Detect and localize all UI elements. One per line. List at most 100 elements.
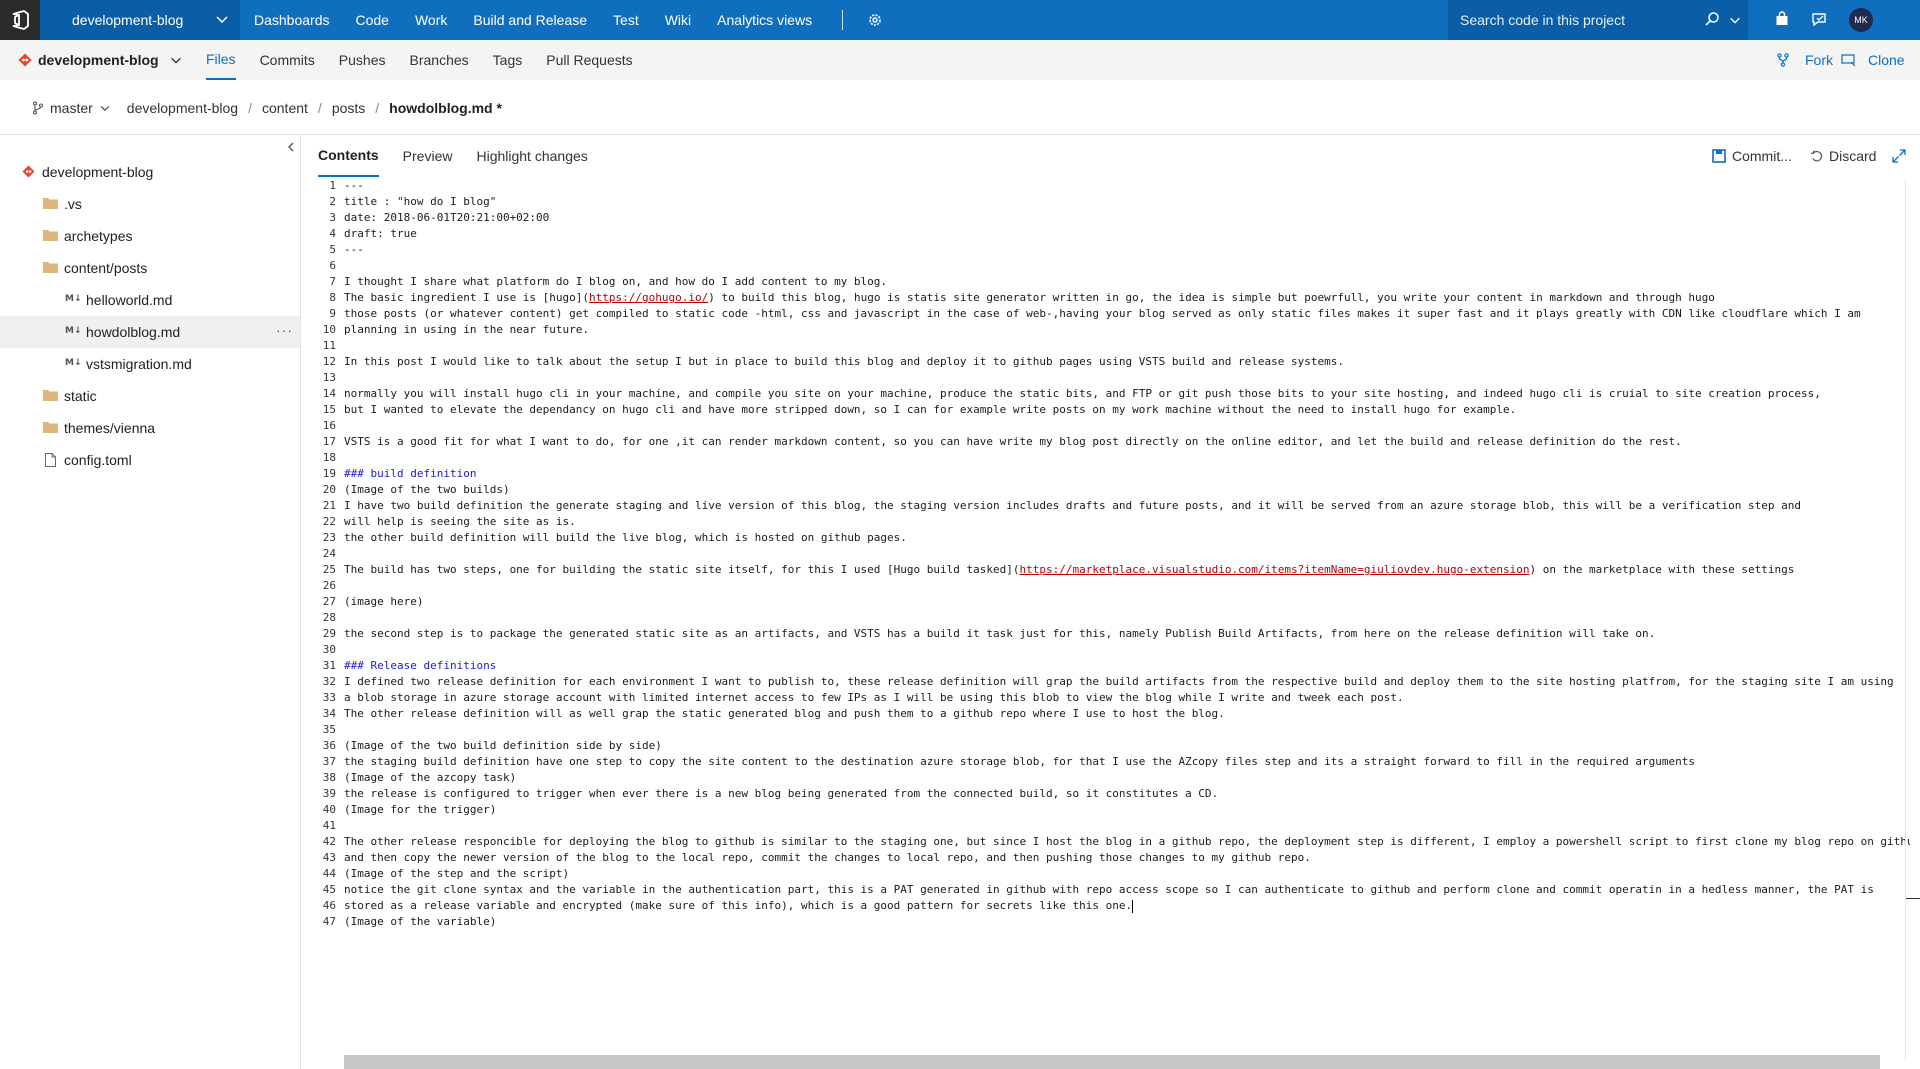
search-icon[interactable] bbox=[1704, 11, 1720, 27]
code-line[interactable]: 30 bbox=[310, 642, 1910, 658]
commit-button[interactable]: Commit... bbox=[1712, 148, 1792, 164]
repo-selector[interactable]: development-blog bbox=[18, 52, 183, 68]
code-line[interactable]: 39 the release is configured to trigger w… bbox=[310, 786, 1910, 802]
code-line[interactable]: 5 --- bbox=[310, 242, 1910, 258]
collapse-pane-icon[interactable] bbox=[286, 141, 296, 153]
code-line[interactable]: 36 (Image of the two build definition sid… bbox=[310, 738, 1910, 754]
nav-wiki[interactable]: Wiki bbox=[665, 12, 691, 28]
code-line[interactable]: 18 bbox=[310, 450, 1910, 466]
avatar[interactable]: MK bbox=[1849, 8, 1873, 32]
code-line[interactable]: 9 those posts (or whatever content) get c… bbox=[310, 306, 1910, 322]
code-line[interactable]: 37 the staging build definition have one … bbox=[310, 754, 1910, 770]
code-line[interactable]: 41 bbox=[310, 818, 1910, 834]
tree-folder[interactable]: static bbox=[0, 380, 300, 412]
horizontal-scrollbar[interactable] bbox=[344, 1055, 1880, 1069]
code-line[interactable]: 26 bbox=[310, 578, 1910, 594]
tab-files[interactable]: Files bbox=[206, 40, 236, 80]
url-link[interactable]: https://marketplace.visualstudio.com/ite… bbox=[1020, 563, 1530, 576]
code-line[interactable]: 12 In this post I would like to talk abou… bbox=[310, 354, 1910, 370]
breadcrumb-content[interactable]: content bbox=[262, 100, 308, 116]
clone-button[interactable]: Clone bbox=[1868, 52, 1905, 68]
tab-contents[interactable]: Contents bbox=[318, 135, 379, 177]
code-line[interactable]: 40 (Image for the trigger) bbox=[310, 802, 1910, 818]
code-line[interactable]: 42 The other release responcible for depl… bbox=[310, 834, 1910, 850]
code-line[interactable]: 19 ### build definition bbox=[310, 466, 1910, 482]
nav-dashboards[interactable]: Dashboards bbox=[254, 12, 330, 28]
code-line[interactable]: 46 stored as a release variable and encry… bbox=[310, 898, 1910, 914]
nav-analytics-views[interactable]: Analytics views bbox=[717, 12, 812, 28]
tree-file[interactable]: M↓ vstsmigration.md bbox=[0, 348, 300, 380]
code-line[interactable]: 44 (Image of the step and the script) bbox=[310, 866, 1910, 882]
tree-folder[interactable]: content/posts bbox=[0, 252, 300, 284]
tree-folder[interactable]: themes/vienna bbox=[0, 412, 300, 444]
code-lines[interactable]: 1 --- 2 title : "how do I blog" 3 date: 2018-… bbox=[310, 178, 1910, 930]
code-line[interactable]: 24 bbox=[310, 546, 1910, 562]
code-line[interactable]: 23 the other build definition will build … bbox=[310, 530, 1910, 546]
branch-selector[interactable]: master bbox=[50, 100, 93, 116]
tree-file[interactable]: config.toml bbox=[0, 444, 300, 476]
breadcrumb-posts[interactable]: posts bbox=[332, 100, 365, 116]
code-line[interactable]: 29 the second step is to package the gene… bbox=[310, 626, 1910, 642]
tree-file[interactable]: M↓ helloworld.md bbox=[0, 284, 300, 316]
code-line[interactable]: 4 draft: true bbox=[310, 226, 1910, 242]
code-line[interactable]: 32 I defined two release definition for e… bbox=[310, 674, 1910, 690]
tab-preview[interactable]: Preview bbox=[403, 135, 453, 177]
code-line[interactable]: 2 title : "how do I blog" bbox=[310, 194, 1910, 210]
nav-work[interactable]: Work bbox=[415, 12, 447, 28]
vsts-logo[interactable] bbox=[0, 0, 40, 40]
code-line[interactable]: 8 The basic ingredient I use is [hugo](ht… bbox=[310, 290, 1910, 306]
code-line[interactable]: 45 notice the git clone syntax and the va… bbox=[310, 882, 1910, 898]
code-line[interactable]: 20 (Image of the two builds) bbox=[310, 482, 1910, 498]
tree-root[interactable]: development-blog bbox=[0, 156, 300, 188]
nav-build-and-release[interactable]: Build and Release bbox=[473, 12, 587, 28]
code-line[interactable]: 3 date: 2018-06-01T20:21:00+02:00 bbox=[310, 210, 1910, 226]
code-line[interactable]: 34 The other release definition will as w… bbox=[310, 706, 1910, 722]
tree-folder[interactable]: archetypes bbox=[0, 220, 300, 252]
code-line[interactable]: 17 VSTS is a good fit for what I want to … bbox=[310, 434, 1910, 450]
tab-tags[interactable]: Tags bbox=[493, 40, 523, 80]
search-input[interactable]: Search code in this project bbox=[1460, 12, 1625, 28]
code-line[interactable]: 31 ### Release definitions bbox=[310, 658, 1910, 674]
feedback-icon[interactable] bbox=[1811, 11, 1827, 27]
discard-button[interactable]: Discard bbox=[1810, 148, 1876, 164]
code-line[interactable]: 16 bbox=[310, 418, 1910, 434]
code-line[interactable]: 22 will help is seeing the site as is. bbox=[310, 514, 1910, 530]
project-selector[interactable]: development-blog bbox=[40, 0, 240, 40]
tree-folder[interactable]: .vs bbox=[0, 188, 300, 220]
chevron-down-icon[interactable] bbox=[1728, 13, 1742, 27]
code-line[interactable]: 35 bbox=[310, 722, 1910, 738]
code-line[interactable]: 25 The build has two steps, one for build… bbox=[310, 562, 1910, 578]
tab-highlight-changes[interactable]: Highlight changes bbox=[476, 135, 587, 177]
code-line[interactable]: 27 (image here) bbox=[310, 594, 1910, 610]
clone-icon[interactable] bbox=[1841, 53, 1856, 67]
shopping-bag-icon[interactable] bbox=[1774, 11, 1790, 27]
code-line[interactable]: 38 (Image of the azcopy task) bbox=[310, 770, 1910, 786]
code-line[interactable]: 7 I thought I share what platform do I bl… bbox=[310, 274, 1910, 290]
code-line[interactable]: 11 bbox=[310, 338, 1910, 354]
code-line[interactable]: 28 bbox=[310, 610, 1910, 626]
code-line[interactable]: 15 but I wanted to elevate the dependancy… bbox=[310, 402, 1910, 418]
code-line[interactable]: 14 normally you will install hugo cli in … bbox=[310, 386, 1910, 402]
chevron-down-icon[interactable] bbox=[99, 102, 111, 114]
code-line[interactable]: 1 --- bbox=[310, 178, 1910, 194]
tab-commits[interactable]: Commits bbox=[260, 40, 315, 80]
nav-test[interactable]: Test bbox=[613, 12, 639, 28]
gear-icon[interactable] bbox=[867, 12, 883, 28]
code-editor[interactable]: 1 --- 2 title : "how do I blog" 3 date: 2018-… bbox=[310, 178, 1910, 1058]
url-link[interactable]: https://gohugo.io/ bbox=[589, 291, 708, 304]
tree-file-selected[interactable]: M↓ howdolblog.md ··· bbox=[0, 316, 300, 348]
tab-pull-requests[interactable]: Pull Requests bbox=[546, 40, 632, 80]
tab-branches[interactable]: Branches bbox=[410, 40, 469, 80]
fullscreen-icon[interactable] bbox=[1892, 149, 1906, 163]
code-line[interactable]: 6 bbox=[310, 258, 1910, 274]
code-line[interactable]: 47 (Image of the variable) bbox=[310, 914, 1910, 930]
code-line[interactable]: 13 bbox=[310, 370, 1910, 386]
code-line[interactable]: 10 planning in using in the near future. bbox=[310, 322, 1910, 338]
nav-code[interactable]: Code bbox=[356, 12, 389, 28]
code-line[interactable]: 33 a blob storage in azure storage accoun… bbox=[310, 690, 1910, 706]
more-actions-icon[interactable]: ··· bbox=[276, 322, 293, 338]
fork-button[interactable]: Fork bbox=[1805, 52, 1833, 68]
tab-pushes[interactable]: Pushes bbox=[339, 40, 386, 80]
code-search-box[interactable]: Search code in this project bbox=[1448, 0, 1748, 40]
code-line[interactable]: 21 I have two build definition the genera… bbox=[310, 498, 1910, 514]
